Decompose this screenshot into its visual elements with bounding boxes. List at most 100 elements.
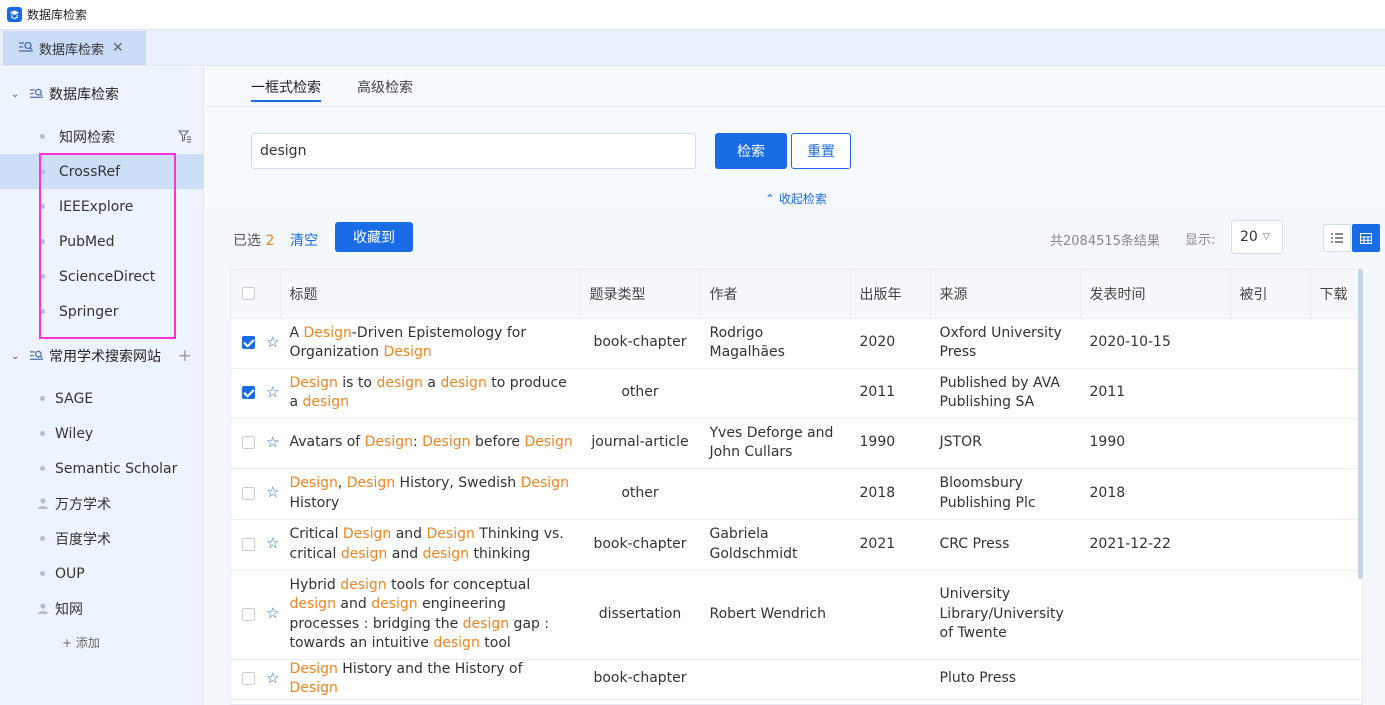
row-checkbox[interactable]	[242, 672, 255, 686]
cell-date	[1080, 570, 1230, 660]
star-icon[interactable]: ☆	[266, 534, 279, 552]
cell-author: Yves Deforge and John Cullars	[700, 418, 850, 469]
sidebar-item-label: 知网	[55, 601, 83, 618]
cell-type: other	[580, 468, 700, 520]
cell-author: Robert Wendrich	[700, 570, 850, 660]
highlight-term: design	[462, 615, 510, 632]
table-row[interactable]: ☆ Design is to design a design to produce…	[231, 368, 1362, 419]
star-icon[interactable]: ☆	[266, 669, 279, 687]
sidebar-group-academic-sites[interactable]: ⌄ 常用学术搜索网站 +	[0, 341, 204, 371]
cell-title[interactable]: Hybrid design tools for conceptual desig…	[280, 570, 580, 660]
column-header-date[interactable]: 发表时间	[1080, 270, 1231, 319]
cell-download	[1310, 519, 1362, 571]
tab-database-search[interactable]: 数据库检索 ✕	[3, 31, 146, 65]
table-row[interactable]: ☆ Design History and the History of Desig…	[231, 659, 1362, 700]
title-text: before	[470, 434, 525, 451]
cell-title[interactable]: A Design-Driven Epistemology for Organiz…	[280, 318, 580, 369]
star-icon[interactable]: ☆	[266, 383, 279, 401]
sidebar-item-sage[interactable]: SAGE	[0, 381, 204, 416]
row-checkbox[interactable]	[242, 607, 255, 621]
table-scrollbar[interactable]	[1358, 269, 1363, 579]
sidebar-item-oup[interactable]: OUP	[0, 556, 204, 591]
cell-cited	[1230, 659, 1310, 700]
cell-author	[700, 659, 850, 700]
sidebar-item-baidu-scholar[interactable]: 百度学术	[0, 521, 204, 556]
column-header-type[interactable]: 题录类型	[580, 270, 701, 319]
title-text: :	[412, 434, 423, 451]
table-row[interactable]: ☆ A Design-Driven Epistemology for Organi…	[231, 318, 1362, 369]
selected-label: 已选	[233, 233, 261, 249]
clear-selection-link[interactable]: 清空	[290, 230, 318, 250]
title-text: A	[289, 324, 304, 341]
sidebar-group-label: 常用学术搜索网站	[49, 349, 161, 365]
close-icon[interactable]: ✕	[112, 40, 124, 56]
reset-button[interactable]: 重置	[791, 133, 851, 169]
cell-date: 2018	[1080, 468, 1230, 520]
cell-title[interactable]: Design, Design History, Swedish Design H…	[280, 468, 580, 520]
table-view-button[interactable]	[1352, 224, 1380, 252]
highlight-term: Design	[289, 660, 338, 677]
star-icon[interactable]: ☆	[266, 433, 279, 451]
tab-strip: 数据库检索 ✕	[0, 29, 1385, 66]
sidebar-item-cnki[interactable]: 知网	[0, 591, 204, 626]
star-icon[interactable]: ☆	[266, 483, 279, 501]
cell-title[interactable]: Design History and the History of Design	[280, 659, 580, 700]
table-row[interactable]: ☆ Hybrid design tools for conceptual desi…	[231, 570, 1362, 660]
tab-simple-search[interactable]: 一框式检索	[251, 77, 321, 97]
column-header-author[interactable]: 作者	[700, 270, 851, 319]
search-input[interactable]	[251, 133, 696, 169]
row-checkbox[interactable]	[242, 537, 255, 551]
sidebar-item-cnki-search[interactable]: 知网检索	[0, 119, 204, 154]
collapse-search-link[interactable]: ⌃ 收起检索	[765, 190, 827, 207]
window-title: 数据库检索	[27, 8, 88, 22]
table-header-row: 标题 题录类型 作者 出版年 来源 发表时间 被引 下载	[231, 270, 1362, 319]
cell-title[interactable]: Avatars of Design: Design before Design	[280, 418, 580, 469]
row-checkbox[interactable]	[242, 486, 255, 500]
highlight-term: design	[289, 596, 336, 612]
column-header-title[interactable]: 标题	[280, 270, 581, 319]
cell-year: 1990	[850, 418, 930, 469]
column-header-source[interactable]: 来源	[930, 270, 1081, 319]
cell-source: Oxford University Press	[930, 318, 1080, 369]
sidebar-item-semantic-scholar[interactable]: Semantic Scholar	[0, 451, 204, 486]
row-select-cell: ☆	[231, 570, 280, 660]
highlight-term: design	[371, 596, 418, 612]
title-text: tools for conceptual	[386, 576, 531, 593]
cell-title[interactable]: Design is to design a design to produce …	[280, 368, 580, 419]
bullet-dot	[40, 396, 45, 401]
list-view-button[interactable]	[1323, 224, 1351, 252]
row-checkbox[interactable]	[242, 386, 255, 400]
star-icon[interactable]: ☆	[266, 333, 279, 351]
user-icon	[38, 603, 48, 614]
cell-title[interactable]: Critical Design and Design Thinking vs. …	[280, 519, 580, 571]
table-row[interactable]: ☆ Critical Design and Design Thinking vs.…	[231, 519, 1362, 571]
select-all-checkbox[interactable]	[242, 287, 255, 301]
add-site-link[interactable]: + 添加	[62, 634, 100, 651]
tab-advanced-search[interactable]: 高级检索	[357, 77, 413, 97]
highlight-term: design	[340, 545, 388, 562]
table-row[interactable]: ☆ Avatars of Design: Design before Design…	[231, 418, 1362, 469]
page-size-select[interactable]: 20 ▽	[1231, 220, 1283, 254]
filter-icon[interactable]	[178, 130, 192, 143]
row-checkbox[interactable]	[242, 336, 255, 350]
sidebar-item-wanfang[interactable]: 万方学术	[0, 486, 204, 521]
table-row[interactable]: ☆ Design, Design History, Swedish Design …	[231, 468, 1362, 520]
column-header-download[interactable]: 下载	[1310, 270, 1362, 319]
row-checkbox[interactable]	[242, 436, 255, 450]
sidebar-item-wiley[interactable]: Wiley	[0, 416, 204, 451]
bullet-dot	[40, 134, 45, 139]
column-header-cited[interactable]: 被引	[1230, 270, 1311, 319]
add-to-favorites-button[interactable]: 收藏到	[335, 222, 413, 252]
user-icon	[38, 498, 48, 509]
add-icon[interactable]: +	[178, 346, 192, 366]
cell-source: JSTOR	[930, 418, 1080, 469]
star-icon[interactable]: ☆	[266, 604, 279, 622]
list-icon	[1331, 233, 1343, 243]
sidebar-group-database-search[interactable]: ⌄ 数据库检索	[0, 79, 204, 109]
highlight-term: Design	[289, 475, 338, 491]
column-header-year[interactable]: 出版年	[850, 270, 931, 319]
results-toolbar: 已选 2 清空 收藏到 共2084515条结果 显示: 20 ▽	[205, 217, 1385, 259]
app-logo-icon	[7, 7, 22, 22]
cell-source: University Library/University of Twente	[930, 570, 1080, 660]
search-button[interactable]: 检索	[715, 133, 787, 169]
